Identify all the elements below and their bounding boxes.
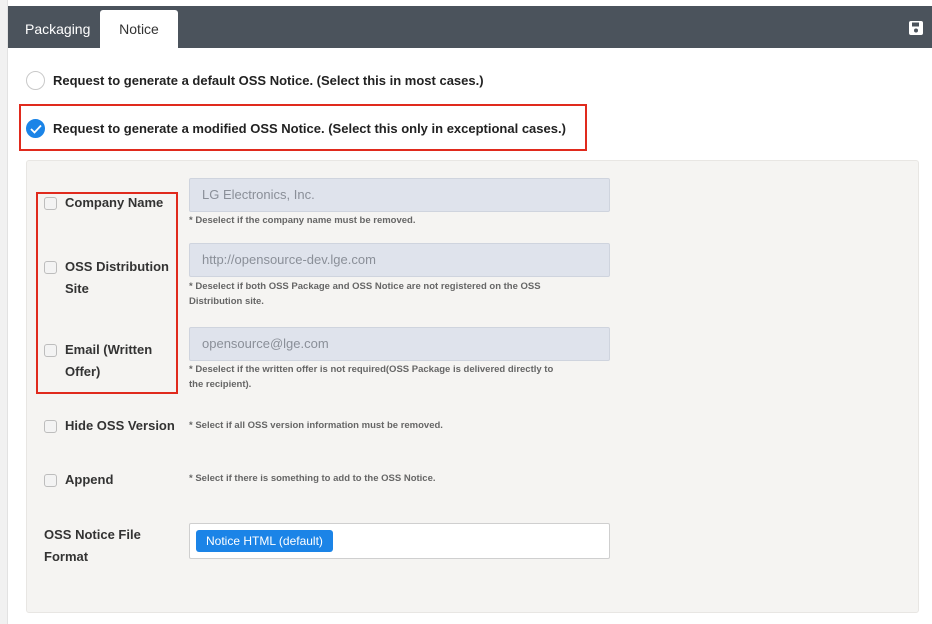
- distribution-site-input[interactable]: http://opensource-dev.lge.com: [189, 243, 610, 277]
- file-format-chip[interactable]: Notice HTML (default): [196, 530, 333, 552]
- distribution-site-option[interactable]: OSS Distribution Site: [44, 256, 169, 300]
- radio-modified-notice[interactable]: Request to generate a modified OSS Notic…: [26, 117, 566, 139]
- distribution-site-hint: * Deselect if both OSS Package and OSS N…: [189, 281, 541, 307]
- company-name-option[interactable]: Company Name: [44, 192, 163, 214]
- radio-modified-label: Request to generate a modified OSS Notic…: [53, 120, 566, 136]
- tab-packaging[interactable]: Packaging: [13, 10, 102, 48]
- hide-version-hint: * Select if all OSS version information …: [189, 420, 443, 431]
- file-format-label: OSS Notice File Format: [44, 527, 141, 564]
- distribution-site-checkbox[interactable]: [44, 261, 57, 274]
- email-input[interactable]: opensource@lge.com: [189, 327, 610, 361]
- save-icon[interactable]: [908, 20, 924, 36]
- radio-default-notice[interactable]: Request to generate a default OSS Notice…: [26, 69, 484, 91]
- email-option[interactable]: Email (Written Offer): [44, 339, 152, 383]
- email-label: Email (Written Offer): [65, 342, 153, 379]
- append-checkbox[interactable]: [44, 474, 57, 487]
- radio-modified-circle[interactable]: [26, 118, 45, 138]
- hide-version-label: Hide OSS Version: [65, 418, 175, 433]
- company-name-label: Company Name: [65, 195, 164, 210]
- append-label: Append: [65, 472, 114, 487]
- hide-version-option[interactable]: Hide OSS Version: [44, 415, 175, 437]
- tab-notice[interactable]: Notice: [100, 10, 178, 48]
- email-checkbox[interactable]: [44, 344, 57, 357]
- company-name-input[interactable]: LG Electronics, Inc.: [189, 178, 610, 212]
- hide-version-checkbox[interactable]: [44, 420, 57, 433]
- file-format-select[interactable]: Notice HTML (default): [189, 523, 610, 559]
- company-name-hint: * Deselect if the company name must be r…: [189, 215, 416, 226]
- email-hint: * Deselect if the written offer is not r…: [189, 364, 554, 390]
- radio-default-circle[interactable]: [26, 70, 45, 90]
- company-name-checkbox[interactable]: [44, 197, 57, 210]
- check-icon: [30, 124, 42, 134]
- radio-default-label: Request to generate a default OSS Notice…: [53, 72, 484, 88]
- distribution-site-label: OSS Distribution Site: [65, 259, 169, 296]
- tab-bar: Packaging Notice: [8, 6, 932, 48]
- left-edge: [0, 0, 8, 624]
- append-hint: * Select if there is something to add to…: [189, 473, 436, 484]
- append-option[interactable]: Append: [44, 469, 113, 491]
